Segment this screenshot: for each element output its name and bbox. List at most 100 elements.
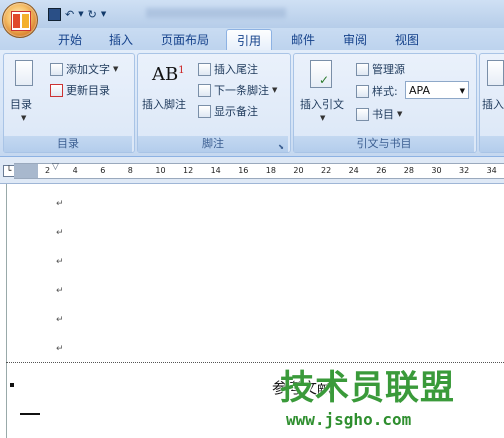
undo-dropdown-icon[interactable]: ▼ <box>78 10 83 18</box>
footnote-ab-icon: AB1 <box>152 64 185 85</box>
style-select-value: APA <box>409 84 430 97</box>
first-line-indent-icon[interactable]: ▽ <box>52 162 59 172</box>
ruler-tick-label: 30 <box>431 166 442 175</box>
watermark-url: www.jsgho.com <box>286 410 412 429</box>
ruler-tick-label: 20 <box>293 166 304 175</box>
ruler-tick-label: 28 <box>403 166 414 175</box>
qat-customize-icon[interactable]: ▼ <box>101 10 106 18</box>
footnote-ab-glyph: AB <box>152 64 179 85</box>
insert-citation-icon: ✓ <box>310 60 332 88</box>
undo-icon[interactable]: ↶ <box>65 8 74 21</box>
style-selector: 样式: <box>356 83 398 99</box>
window-title-blurred <box>146 8 286 18</box>
next-footnote-label: 下一条脚注 <box>214 84 269 97</box>
ruler-tick-label: 8 <box>127 166 133 175</box>
update-toc-button[interactable]: 更新目录 <box>50 82 110 98</box>
style-icon <box>356 84 369 98</box>
bibliography-label: 书目 <box>372 108 394 121</box>
group-captions-partial-label <box>480 136 504 152</box>
toc-button-label: 目录 <box>10 98 32 111</box>
section-break-line <box>6 362 504 363</box>
insert-caption-label[interactable]: 插入 <box>482 96 504 112</box>
ruler-tick-label: 4 <box>72 166 78 175</box>
dialog-launcher-icon[interactable]: ⬊ <box>278 139 284 155</box>
show-notes-button[interactable]: 显示备注 <box>198 103 258 119</box>
group-toc-label: 目录 <box>4 136 132 152</box>
next-footnote-button[interactable]: 下一条脚注 ▼ <box>198 82 277 98</box>
show-notes-label: 显示备注 <box>214 105 258 118</box>
chevron-down-icon: ▼ <box>397 110 403 118</box>
horizontal-ruler[interactable]: ▽ 2 4 6 8 10 12 14 16 18 20 22 24 26 28 30 32 34 <box>14 162 504 179</box>
tab-home[interactable]: 开始 <box>56 31 84 50</box>
save-icon[interactable] <box>48 7 61 21</box>
ruler-tick-label: 14 <box>210 166 221 175</box>
group-footnotes-label: 脚注 ⬊ <box>138 136 288 152</box>
manage-sources-button[interactable]: 管理源 <box>356 61 405 77</box>
page-margin-line <box>6 184 7 438</box>
toc-button[interactable]: 目录 ▼ <box>10 60 40 134</box>
add-text-label: 添加文字 <box>66 63 110 76</box>
paragraph-mark: ↵ <box>56 228 64 238</box>
insert-caption-icon[interactable] <box>487 60 504 86</box>
ruler-margin <box>14 164 38 178</box>
manage-sources-icon <box>356 62 369 76</box>
ruler-tick-label: 26 <box>376 166 387 175</box>
ruler-tick-label: 10 <box>155 166 166 175</box>
paragraph-mark: ↵ <box>56 344 64 354</box>
insert-endnote-button[interactable]: 插入尾注 <box>198 61 258 77</box>
redo-icon[interactable]: ↻ <box>88 8 97 21</box>
paragraph-mark: ↵ <box>56 199 64 209</box>
insert-footnote-button[interactable]: AB1 插入脚注 <box>140 60 192 130</box>
ruler-tick-label: 32 <box>459 166 470 175</box>
style-label: 样式: <box>372 85 398 98</box>
insert-citation-button[interactable]: ✓ 插入引文 ▼ <box>298 60 350 134</box>
ruler-tick-label: 18 <box>265 166 276 175</box>
ruler-tick-label: 24 <box>348 166 359 175</box>
tab-review[interactable]: 审阅 <box>341 31 369 50</box>
style-select[interactable]: APA ▼ <box>405 81 469 99</box>
tab-page-layout[interactable]: 页面布局 <box>159 31 211 50</box>
add-text-icon <box>50 62 63 76</box>
tab-insert[interactable]: 插入 <box>107 31 135 50</box>
bibliography-icon <box>356 107 369 121</box>
tab-references[interactable]: 引用 <box>226 29 273 52</box>
group-citations-label: 引文与书目 <box>294 136 474 152</box>
paragraph-mark: ↵ <box>56 257 64 267</box>
manage-sources-label: 管理源 <box>372 63 405 76</box>
ruler-tick-label: 34 <box>486 166 497 175</box>
toc-icon <box>15 60 33 86</box>
add-text-button[interactable]: 添加文字 ▼ <box>50 61 118 77</box>
ruler-tick-label: 22 <box>321 166 332 175</box>
quick-access-toolbar: ↶ ▼ ↻ ▼ <box>48 6 110 22</box>
ruler-tick-label: 12 <box>183 166 194 175</box>
tab-mailings[interactable]: 邮件 <box>289 31 317 50</box>
chevron-down-icon: ▼ <box>21 114 27 122</box>
office-button[interactable] <box>2 2 38 38</box>
next-footnote-icon <box>198 83 211 97</box>
office-logo-icon <box>11 11 31 31</box>
insert-endnote-label: 插入尾注 <box>214 63 258 76</box>
paragraph-mark: ↵ <box>56 286 64 296</box>
footnotes-label: 脚注 <box>202 137 224 150</box>
ruler-tick-label: 16 <box>238 166 249 175</box>
chevron-down-icon: ▼ <box>113 65 119 73</box>
ruler-tick-label: 2 <box>45 166 51 175</box>
watermark-title: 技术员联盟 <box>280 368 455 408</box>
show-notes-icon <box>198 104 211 118</box>
bibliography-button[interactable]: 书目 ▼ <box>356 106 402 122</box>
insert-footnote-label: 插入脚注 <box>142 98 186 111</box>
endnote-icon <box>198 62 211 76</box>
bullet-mark <box>10 383 14 387</box>
ruler-tick-label: 6 <box>100 166 106 175</box>
chevron-down-icon: ▼ <box>272 86 278 94</box>
footnote-separator <box>20 413 40 415</box>
update-toc-label: 更新目录 <box>66 84 110 97</box>
paragraph-mark: ↵ <box>56 315 64 325</box>
tab-view[interactable]: 视图 <box>393 31 421 50</box>
chevron-down-icon: ▼ <box>459 87 465 95</box>
checkmark-icon: ✓ <box>319 73 330 87</box>
update-toc-icon <box>50 83 63 97</box>
chevron-down-icon: ▼ <box>320 114 326 122</box>
footnote-superscript: 1 <box>178 65 185 76</box>
insert-citation-label: 插入引文 <box>300 98 344 111</box>
